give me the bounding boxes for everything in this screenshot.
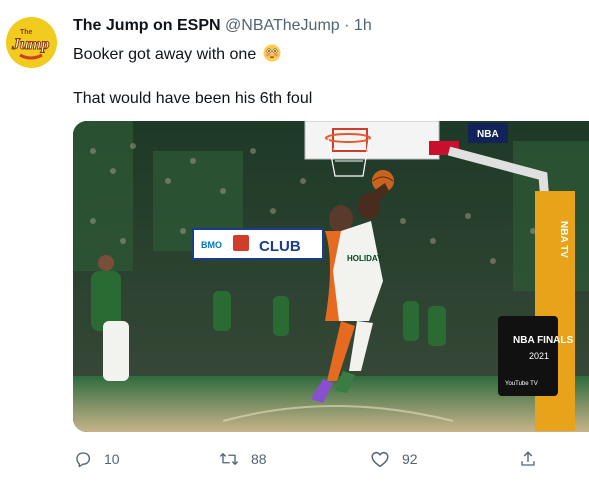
finals-year: 2021 — [529, 351, 549, 361]
avatar[interactable]: The Jump — [6, 17, 57, 68]
like-button[interactable]: 92 — [370, 446, 418, 472]
tweet-media-image[interactable]: NBA TV NBA FINALS 2021 YouTube TV NBA BM… — [73, 121, 589, 432]
the-jump-logo: The Jump — [6, 17, 57, 68]
tweet[interactable]: The Jump The Jump on ESPN @NBATheJump · … — [0, 0, 589, 492]
reply-button[interactable]: 10 — [74, 446, 120, 472]
youtube-tag: YouTube TV — [505, 381, 538, 387]
club-sign: CLUB — [259, 238, 301, 255]
flushed-face-emoji — [263, 44, 281, 67]
timestamp[interactable]: 1h — [354, 17, 372, 34]
tweet-text-line-2: That would have been his 6th foul — [73, 90, 313, 107]
finals-logo: NBA FINALS — [513, 335, 574, 346]
share-icon — [521, 451, 535, 466]
bmo-sign: BMO — [201, 240, 222, 250]
basketball-photo: NBA TV NBA FINALS 2021 YouTube TV NBA BM… — [73, 121, 589, 432]
tweet-header: The Jump on ESPN @NBATheJump · 1h — [73, 17, 372, 35]
reply-count: 10 — [104, 451, 120, 467]
nba-bug: NBA — [477, 129, 499, 140]
retweet-count: 88 — [251, 451, 267, 467]
separator: · — [344, 17, 350, 34]
tweet-text-line-1: Booker got away with one — [73, 44, 281, 67]
retweet-button[interactable]: 88 — [219, 446, 267, 472]
tweet-actions: 10 88 92 — [0, 446, 589, 476]
tweet-text: Booker got away with one — [73, 46, 257, 63]
avatar-small-text: The — [20, 29, 33, 36]
avatar-text: Jump — [11, 36, 49, 53]
author-handle[interactable]: @NBATheJump — [225, 17, 340, 34]
like-icon — [371, 451, 389, 468]
svg-text:HOLIDAY: HOLIDAY — [347, 254, 383, 263]
like-count: 92 — [402, 451, 418, 467]
author-name[interactable]: The Jump on ESPN — [73, 17, 221, 34]
retweet-icon — [219, 453, 239, 465]
share-button[interactable] — [519, 446, 537, 472]
stanchion-text: NBA TV — [558, 221, 569, 258]
reply-icon — [76, 452, 91, 468]
